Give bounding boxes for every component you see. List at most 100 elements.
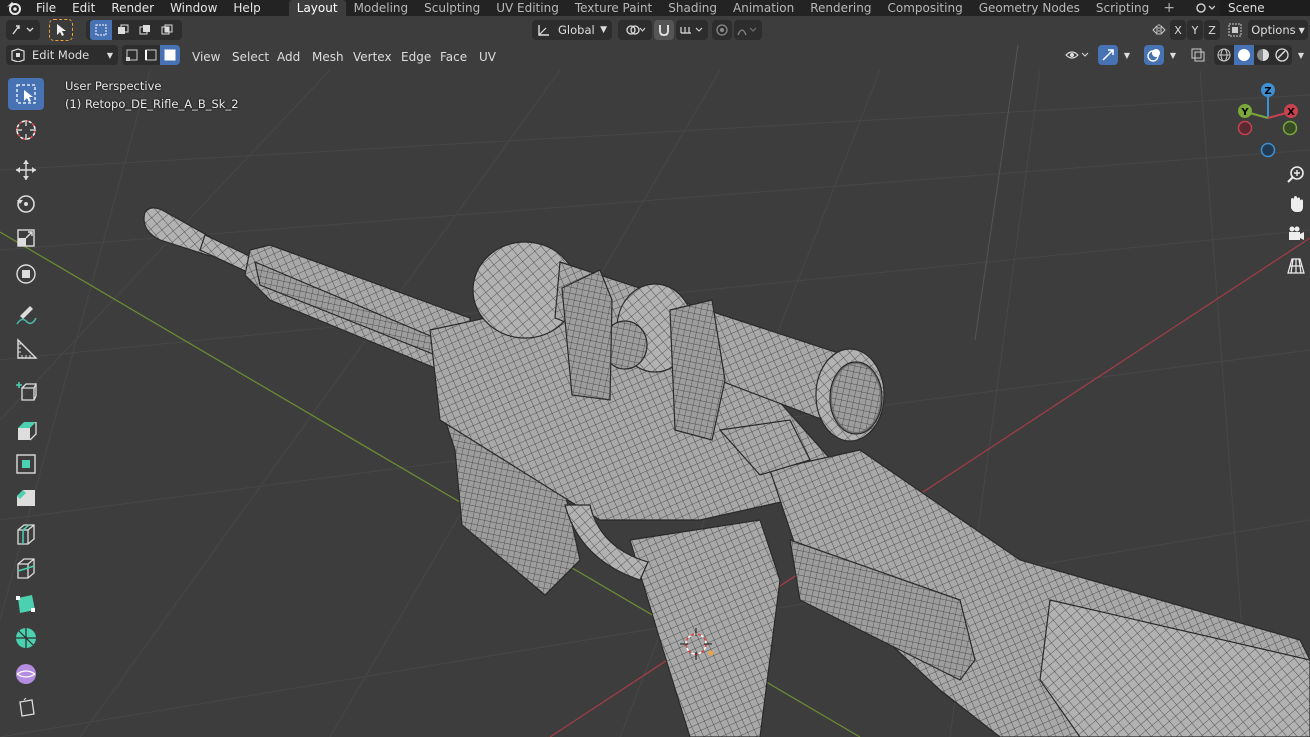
cursor-tool[interactable]	[8, 114, 44, 146]
mirror-icon[interactable]	[1150, 20, 1168, 40]
menu-mesh[interactable]: Mesh	[312, 47, 344, 67]
chevron-down-icon: ▼	[1297, 50, 1305, 60]
overlays-icon	[1147, 49, 1160, 62]
mirror-y-toggle[interactable]: Y	[1187, 20, 1203, 40]
add-cube-tool[interactable]	[8, 376, 44, 408]
visibility-dropdown[interactable]	[1062, 45, 1094, 65]
zoom-button[interactable]	[1284, 162, 1308, 186]
extrude-tool[interactable]	[8, 414, 44, 446]
auto-merge-icon[interactable]	[1226, 20, 1244, 40]
eye-icon	[1065, 51, 1089, 59]
gizmo-dropdown[interactable]: ▼	[1120, 45, 1134, 65]
add-cube-icon	[16, 382, 38, 401]
move-tool[interactable]	[8, 154, 44, 186]
options-dropdown[interactable]: Options ▼	[1248, 20, 1308, 40]
transform-tool[interactable]	[8, 258, 44, 290]
transform-orientation-dropdown[interactable]: Global ▼	[532, 20, 612, 40]
selection-mode-group	[86, 20, 182, 40]
menu-face[interactable]: Face	[440, 47, 467, 67]
overlays-toggle[interactable]	[1144, 45, 1164, 65]
shear-icon	[19, 697, 35, 717]
smooth-tool[interactable]	[8, 658, 44, 690]
chevron-down-icon: ▼	[1298, 25, 1305, 35]
navigation-gizmo[interactable]: Z X Y	[1228, 80, 1308, 160]
select-tool-button[interactable]	[49, 19, 73, 41]
gizmo-toggle[interactable]	[1098, 45, 1118, 65]
rotate-tool[interactable]	[8, 188, 44, 220]
gizmo-x-label: X	[1287, 107, 1295, 118]
editor-type-button[interactable]	[6, 20, 40, 40]
mirror-z-toggle[interactable]: Z	[1204, 20, 1220, 40]
edge-select-icon[interactable]	[141, 49, 160, 61]
pivot-point-dropdown[interactable]	[618, 20, 652, 40]
3d-viewport-icon	[12, 25, 34, 35]
inset-icon	[16, 454, 36, 474]
knife-icon	[17, 558, 35, 579]
snap-target-dropdown[interactable]	[676, 20, 708, 40]
extrude-icon	[18, 422, 37, 441]
overlays-dropdown[interactable]: ▼	[1166, 45, 1180, 65]
menu-add[interactable]: Add	[277, 47, 300, 67]
measure-tool[interactable]	[8, 334, 44, 366]
material-shading-icon[interactable]	[1254, 48, 1273, 62]
cursor-icon	[16, 120, 36, 140]
pivot-icon	[626, 25, 646, 35]
falloff-curve-icon	[737, 27, 757, 36]
perspective-toggle-button[interactable]	[1284, 254, 1308, 278]
gizmo-neg-z-icon[interactable]	[1260, 142, 1276, 158]
menu-edge[interactable]: Edge	[401, 47, 431, 67]
face-select-icon[interactable]	[160, 45, 180, 65]
inset-tool[interactable]	[8, 448, 44, 480]
mirror-x-toggle[interactable]: X	[1170, 20, 1186, 40]
falloff-dropdown[interactable]	[734, 20, 762, 40]
xray-toggle[interactable]	[1188, 45, 1208, 65]
chevron-down-icon: ▼	[1123, 50, 1131, 60]
scale-tool[interactable]	[8, 222, 44, 254]
mode-value: Edit Mode	[32, 48, 90, 62]
active-object-label: (1) Retopo_DE_Rifle_A_B_Sk_2	[65, 97, 239, 111]
rendered-shading-icon[interactable]	[1273, 48, 1292, 62]
solid-shading-icon[interactable]	[1233, 45, 1254, 65]
shading-dropdown[interactable]: ▼	[1294, 45, 1308, 65]
menu-uv[interactable]: UV	[479, 47, 496, 67]
select-new-icon[interactable]	[90, 20, 112, 40]
smooth-icon	[16, 664, 36, 684]
select-subtract-icon[interactable]	[134, 24, 156, 36]
select-intersect-icon[interactable]	[156, 24, 178, 36]
annotate-tool[interactable]	[8, 300, 44, 332]
select-extend-icon[interactable]	[112, 24, 134, 36]
annotate-icon	[16, 306, 37, 325]
proportional-edit-toggle[interactable]	[712, 20, 732, 40]
vertex-select-icon[interactable]	[122, 49, 141, 61]
snap-toggle[interactable]	[654, 20, 674, 40]
camera-icon	[1289, 226, 1304, 240]
poly-build-tool[interactable]	[8, 588, 44, 620]
wireframe-shading-icon[interactable]	[1215, 48, 1234, 62]
pan-button[interactable]	[1284, 192, 1308, 216]
knife-tool[interactable]	[8, 552, 44, 584]
magnet-icon	[659, 25, 669, 37]
gizmo-arrows-icon	[1102, 49, 1114, 61]
menu-view[interactable]: View	[192, 47, 220, 67]
select-box-icon	[16, 84, 36, 104]
options-label: Options	[1251, 23, 1296, 37]
cursor-arrow-icon	[57, 24, 66, 36]
gizmo-neg-x-icon[interactable]	[1237, 120, 1253, 136]
select-box-tool[interactable]	[8, 78, 44, 110]
bevel-tool[interactable]	[8, 482, 44, 514]
scale-icon	[17, 229, 35, 247]
shading-mode-group	[1214, 45, 1292, 65]
mode-dropdown[interactable]: Edit Mode ▼	[6, 45, 118, 65]
menu-select[interactable]: Select	[232, 47, 269, 67]
loop-cut-tool[interactable]	[8, 518, 44, 550]
rotate-icon	[17, 195, 35, 213]
shear-tool[interactable]	[8, 692, 44, 724]
menu-vertex[interactable]: Vertex	[353, 47, 392, 67]
spin-tool[interactable]	[8, 622, 44, 654]
xray-icon	[1191, 48, 1205, 62]
tool-settings-header: Global ▼ X Y Z Options ▼	[0, 19, 1310, 44]
camera-view-button[interactable]	[1284, 222, 1308, 246]
gizmo-neg-y-icon[interactable]	[1282, 120, 1298, 136]
chevron-down-icon: ▼	[600, 25, 607, 35]
select-mode-group	[122, 45, 180, 65]
